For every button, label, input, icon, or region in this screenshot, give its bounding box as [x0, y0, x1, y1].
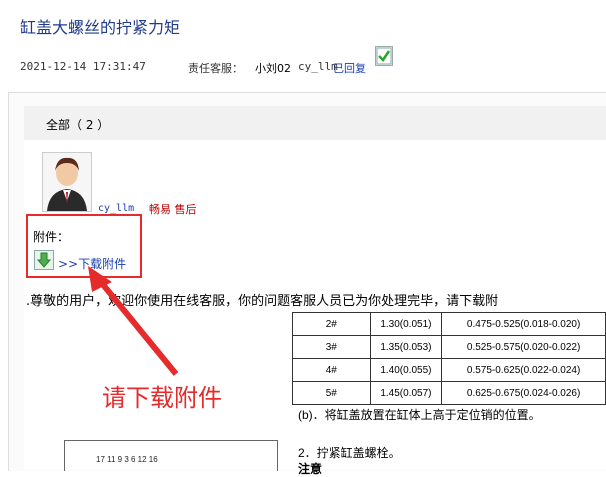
annotation-arrow [88, 266, 179, 376]
annotation-text: 请下载附件 [102, 384, 222, 412]
